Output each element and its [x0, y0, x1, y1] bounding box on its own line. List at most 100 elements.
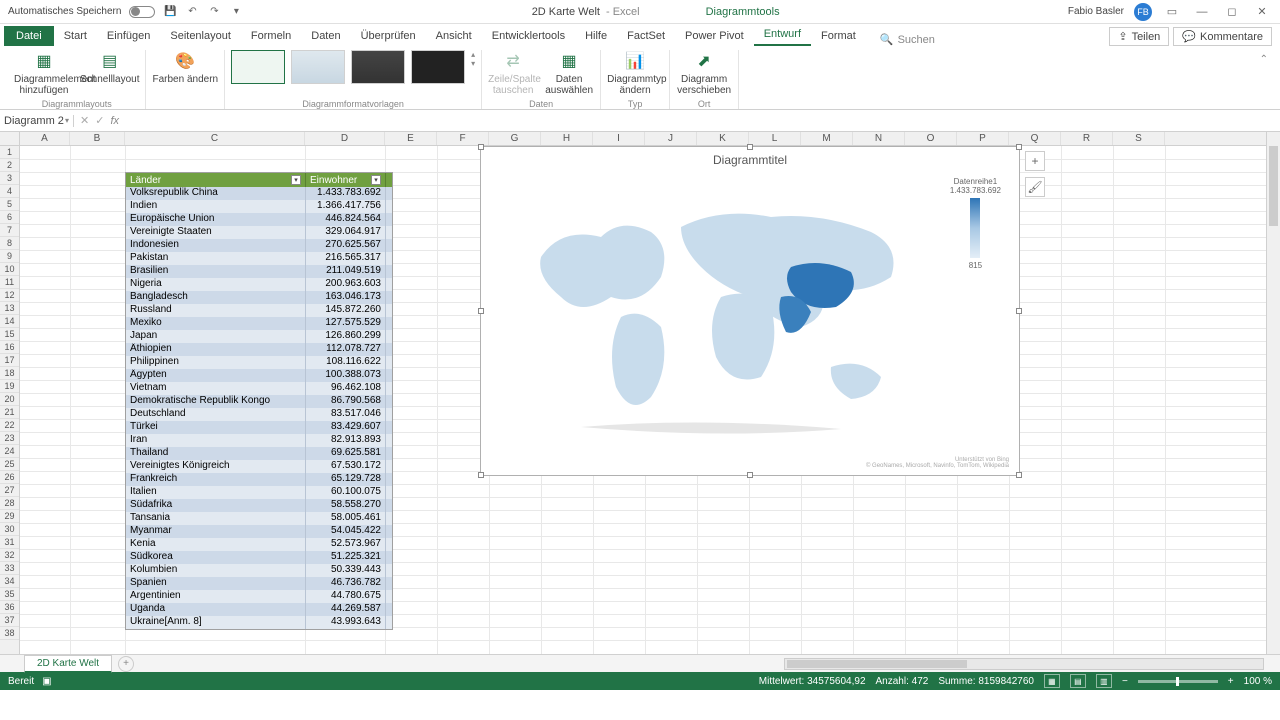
search-icon[interactable]: 🔍 — [880, 33, 894, 46]
cell-country[interactable]: Türkei — [126, 421, 306, 434]
search-label[interactable]: Suchen — [898, 34, 935, 46]
table-row[interactable]: Philippinen108.116.622 — [126, 356, 392, 369]
cell-population[interactable]: 50.339.443 — [306, 564, 386, 577]
cell-country[interactable]: Mexiko — [126, 317, 306, 330]
row-header-14[interactable]: 14 — [0, 315, 19, 328]
cell-country[interactable]: Vereinigte Staaten — [126, 226, 306, 239]
collapse-ribbon-icon[interactable]: ⌃ — [1256, 50, 1272, 109]
filter-icon[interactable]: ▾ — [291, 175, 301, 185]
table-row[interactable]: Vereinigtes Königreich67.530.172 — [126, 460, 392, 473]
cell-country[interactable]: Italien — [126, 486, 306, 499]
cell-population[interactable]: 44.780.675 — [306, 590, 386, 603]
cell-population[interactable]: 112.078.727 — [306, 343, 386, 356]
col-header-S[interactable]: S — [1113, 132, 1165, 145]
table-row[interactable]: Europäische Union446.824.564 — [126, 213, 392, 226]
cell-population[interactable]: 83.517.046 — [306, 408, 386, 421]
table-row[interactable]: Argentinien44.780.675 — [126, 590, 392, 603]
row-header-34[interactable]: 34 — [0, 575, 19, 588]
row-header-38[interactable]: 38 — [0, 627, 19, 640]
col-header-J[interactable]: J — [645, 132, 697, 145]
cell-population[interactable]: 108.116.622 — [306, 356, 386, 369]
row-header-20[interactable]: 20 — [0, 393, 19, 406]
col-header-B[interactable]: B — [70, 132, 125, 145]
comments-button[interactable]: 💬Kommentare — [1173, 27, 1272, 46]
row-header-1[interactable]: 1 — [0, 146, 19, 159]
row-header-15[interactable]: 15 — [0, 328, 19, 341]
cell-country[interactable]: Volksrepublik China — [126, 187, 306, 200]
cell-population[interactable]: 58.558.270 — [306, 499, 386, 512]
row-header-22[interactable]: 22 — [0, 419, 19, 432]
col-header-A[interactable]: A — [20, 132, 70, 145]
name-box[interactable]: Diagramm 2▾ — [0, 115, 74, 127]
table-row[interactable]: Kenia52.573.967 — [126, 538, 392, 551]
cell-country[interactable]: Myanmar — [126, 525, 306, 538]
row-header-11[interactable]: 11 — [0, 276, 19, 289]
zoom-out-icon[interactable]: − — [1122, 676, 1128, 687]
table-row[interactable]: Tansania58.005.461 — [126, 512, 392, 525]
cell-population[interactable]: 127.575.529 — [306, 317, 386, 330]
row-header-23[interactable]: 23 — [0, 432, 19, 445]
move-chart-button[interactable]: ⬈Diagramm verschieben — [676, 50, 732, 96]
tab-start[interactable]: Start — [54, 26, 97, 46]
row-header-19[interactable]: 19 — [0, 380, 19, 393]
row-header-3[interactable]: 3 — [0, 172, 19, 185]
autosave-toggle[interactable] — [129, 6, 155, 18]
cell-country[interactable]: Japan — [126, 330, 306, 343]
row-header-33[interactable]: 33 — [0, 562, 19, 575]
table-row[interactable]: Spanien46.736.782 — [126, 577, 392, 590]
zoom-level[interactable]: 100 % — [1244, 676, 1272, 687]
cell-country[interactable]: Tansania — [126, 512, 306, 525]
row-header-12[interactable]: 12 — [0, 289, 19, 302]
table-row[interactable]: Uganda44.269.587 — [126, 603, 392, 616]
chart-object[interactable]: Diagrammtitel Datenreihe1 1.433.783.692 … — [480, 146, 1020, 476]
row-header-35[interactable]: 35 — [0, 588, 19, 601]
tab-daten[interactable]: Daten — [301, 26, 350, 46]
styles-more-icon[interactable]: ▴▾ — [471, 50, 475, 68]
save-icon[interactable]: 💾 — [163, 5, 177, 19]
row-header-25[interactable]: 25 — [0, 458, 19, 471]
cell-country[interactable]: Indien — [126, 200, 306, 213]
table-row[interactable]: Ukraine[Anm. 8]43.993.643 — [126, 616, 392, 629]
cell-population[interactable]: 100.388.073 — [306, 369, 386, 382]
cell-country[interactable]: Kolumbien — [126, 564, 306, 577]
col-header-O[interactable]: O — [905, 132, 957, 145]
tab-format[interactable]: Format — [811, 26, 866, 46]
table-row[interactable]: Volksrepublik China1.433.783.692 — [126, 187, 392, 200]
view-normal-icon[interactable]: ▦ — [1044, 674, 1060, 688]
zoom-slider[interactable] — [1138, 680, 1218, 683]
table-row[interactable]: Vereinigte Staaten329.064.917 — [126, 226, 392, 239]
view-page-break-icon[interactable]: ▥ — [1096, 674, 1112, 688]
row-header-29[interactable]: 29 — [0, 510, 19, 523]
table-row[interactable]: Deutschland83.517.046 — [126, 408, 392, 421]
table-row[interactable]: Russland145.872.260 — [126, 304, 392, 317]
col-header-P[interactable]: P — [957, 132, 1009, 145]
table-row[interactable]: Pakistan216.565.317 — [126, 252, 392, 265]
view-page-layout-icon[interactable]: ▤ — [1070, 674, 1086, 688]
cell-country[interactable]: Südkorea — [126, 551, 306, 564]
cell-population[interactable]: 82.913.893 — [306, 434, 386, 447]
row-header-32[interactable]: 32 — [0, 549, 19, 562]
col-header-I[interactable]: I — [593, 132, 645, 145]
cell-country[interactable]: Deutschland — [126, 408, 306, 421]
ribbon-options-icon[interactable]: ▭ — [1162, 2, 1182, 22]
row-header-24[interactable]: 24 — [0, 445, 19, 458]
cancel-formula-icon[interactable]: ✕ — [80, 114, 89, 127]
table-header-population[interactable]: Einwohner▾ — [306, 173, 386, 187]
table-row[interactable]: Brasilien211.049.519 — [126, 265, 392, 278]
row-header-37[interactable]: 37 — [0, 614, 19, 627]
cell-country[interactable]: Russland — [126, 304, 306, 317]
table-row[interactable]: Japan126.860.299 — [126, 330, 392, 343]
cell-country[interactable]: Demokratische Republik Kongo — [126, 395, 306, 408]
table-row[interactable]: Indonesien270.625.567 — [126, 239, 392, 252]
cell-population[interactable]: 51.225.321 — [306, 551, 386, 564]
cell-population[interactable]: 54.045.422 — [306, 525, 386, 538]
close-icon[interactable]: ✕ — [1252, 2, 1272, 22]
table-header-country[interactable]: Länder▾ — [126, 173, 306, 187]
cell-country[interactable]: Ägypten — [126, 369, 306, 382]
cell-population[interactable]: 60.100.075 — [306, 486, 386, 499]
row-header-31[interactable]: 31 — [0, 536, 19, 549]
row-header-17[interactable]: 17 — [0, 354, 19, 367]
row-header-30[interactable]: 30 — [0, 523, 19, 536]
cell-country[interactable]: Indonesien — [126, 239, 306, 252]
table-row[interactable]: Vietnam96.462.108 — [126, 382, 392, 395]
